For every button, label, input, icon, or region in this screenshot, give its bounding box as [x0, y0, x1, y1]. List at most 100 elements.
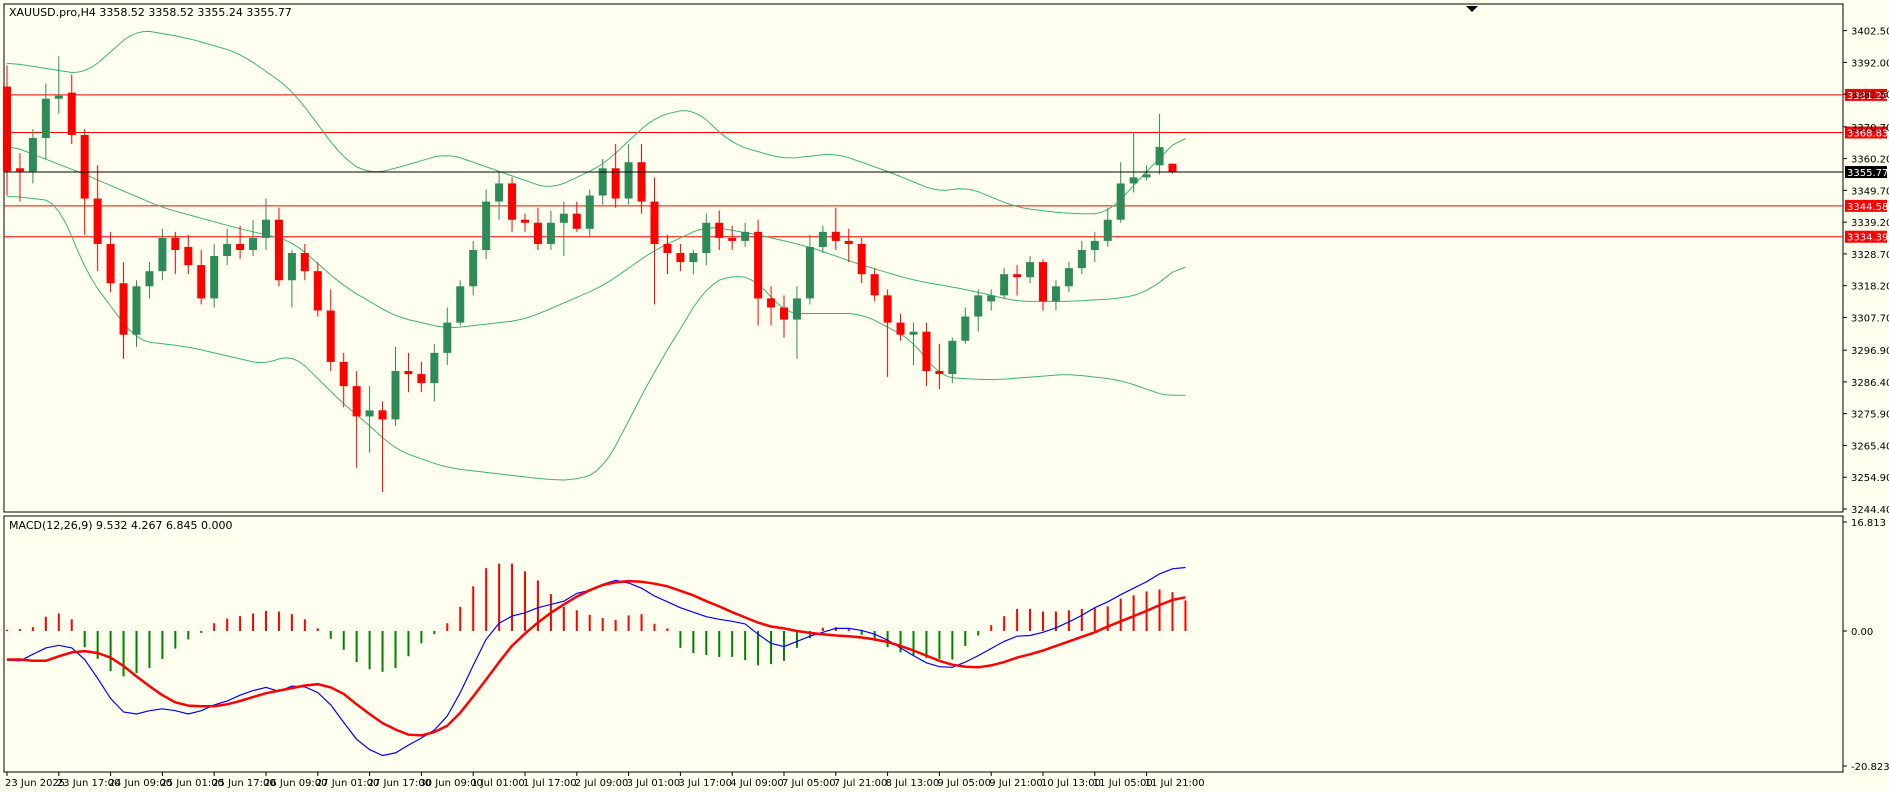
bull-candle-body	[456, 286, 465, 323]
bear-candle-body	[870, 274, 879, 296]
time-axis-label: 1 Jul 01:00	[471, 778, 525, 789]
bear-candle-body	[857, 243, 866, 275]
bear-candle-body	[521, 219, 529, 223]
bear-candle-body	[676, 253, 685, 263]
price-axis-label: 3402.50	[1851, 27, 1889, 38]
price-chart[interactable]: 3381.263368.833344.583334.39 3355.77 340…	[0, 0, 1889, 792]
time-axis-label: 8 Jul 13:00	[886, 778, 940, 789]
bull-candle-body	[546, 222, 555, 244]
bull-candle-body	[41, 98, 50, 139]
bear-candle-body	[611, 168, 620, 199]
time-axis-label: 11 Jul 21:00	[1145, 778, 1205, 789]
bull-candle-body	[262, 219, 270, 238]
bear-candle-body	[728, 237, 737, 241]
bear-candle-body	[767, 298, 776, 308]
bear-candle-body	[3, 86, 11, 172]
bull-candle-body	[365, 410, 374, 417]
macd-header: MACD(12,26,9) 9.532 4.267 6.845 0.000	[9, 519, 233, 532]
bull-candle-body	[54, 95, 63, 99]
time-axis-label: 3 Jul 01:00	[627, 778, 681, 789]
bear-candle-body	[637, 162, 646, 202]
bear-candle-body	[715, 222, 724, 238]
bear-candle-body	[326, 310, 335, 362]
bull-candle-body	[1142, 174, 1151, 178]
bear-candle-body	[831, 231, 840, 241]
bear-candle-body	[80, 135, 89, 199]
bull-candle-body	[1129, 177, 1138, 184]
bear-candle-body	[404, 371, 413, 375]
bear-candle-body	[572, 213, 581, 229]
bull-candle-body	[223, 243, 232, 257]
symbol-header: XAUUSD.pro,H4 3358.52 3358.52 3355.24 33…	[9, 6, 292, 19]
bear-candle-body	[15, 168, 24, 172]
bear-candle-body	[67, 92, 76, 136]
bull-candle-body	[585, 195, 594, 229]
bull-candle-body	[689, 253, 698, 263]
price-axis-label: 3349.70	[1851, 186, 1889, 197]
bull-candle-body	[961, 316, 970, 341]
time-axis-label: 7 Jul 05:00	[782, 778, 836, 789]
price-axis-label: 3328.70	[1851, 250, 1889, 261]
bull-candle-body	[145, 271, 154, 287]
bull-candle-body	[1000, 274, 1009, 296]
bull-candle-body	[210, 256, 219, 299]
bear-candle-body	[184, 246, 193, 266]
bull-candle-body	[974, 295, 983, 317]
bear-candle-body	[93, 198, 102, 244]
time-axis-label: 9 Jul 05:00	[937, 778, 991, 789]
bull-candle-body	[792, 298, 801, 320]
bull-candle-body	[948, 340, 957, 375]
bear-candle-body	[197, 265, 206, 299]
bear-candle-body	[883, 295, 892, 323]
bear-candle-body	[417, 374, 426, 384]
bull-candle-body	[132, 286, 141, 335]
bull-candle-body	[987, 295, 996, 302]
bear-candle-body	[119, 283, 128, 335]
bull-candle-body	[1064, 268, 1073, 287]
time-axis-label: 3 Jul 17:00	[678, 778, 732, 789]
bull-candle-body	[495, 183, 504, 202]
bull-candle-body	[805, 246, 814, 299]
bear-candle-body	[378, 410, 387, 420]
bear-candle-body	[106, 243, 115, 284]
time-axis-label: 9 Jul 21:00	[989, 778, 1043, 789]
price-axis-label: 3286.40	[1851, 378, 1889, 389]
bear-candle-body	[236, 243, 245, 250]
price-axis-label: 3318.20	[1851, 282, 1889, 293]
bull-candle-body	[249, 237, 258, 250]
bull-candle-body	[430, 352, 439, 384]
time-axis-label: 4 Jul 09:00	[730, 778, 784, 789]
bull-candle-body	[1155, 147, 1164, 166]
macd-axis-label: 0.00	[1851, 627, 1873, 638]
candle	[456, 280, 465, 326]
price-axis-label: 3275.90	[1851, 410, 1889, 421]
time-axis-label: 1 Jul 17:00	[523, 778, 577, 789]
bull-candle-body	[443, 322, 452, 353]
price-axis-label: 3392.00	[1851, 58, 1889, 69]
price-axis-label: 3339.20	[1851, 218, 1889, 229]
bull-candle-body	[741, 231, 750, 241]
bull-candle-body	[391, 371, 400, 420]
time-axis-label: 2 Jul 09:00	[575, 778, 629, 789]
bull-candle-body	[469, 249, 478, 287]
bear-candle-body	[896, 322, 905, 335]
bear-candle-body	[844, 240, 853, 244]
bear-candle-body	[274, 219, 283, 281]
price-axis-label: 3265.40	[1851, 441, 1889, 452]
bear-candle-body	[300, 253, 309, 272]
bull-candle-body	[702, 222, 711, 254]
price-axis-label: 3370.70	[1851, 123, 1889, 134]
bull-candle-body	[624, 162, 633, 199]
bear-candle-body	[650, 201, 659, 244]
bear-candle-body	[313, 271, 322, 311]
bull-candle-body	[909, 331, 918, 335]
bull-candle-body	[1077, 249, 1086, 269]
bull-candle-body	[482, 201, 491, 250]
bear-candle-body	[1168, 163, 1177, 173]
price-axis-label: 3254.90	[1851, 473, 1889, 484]
bull-candle-body	[559, 213, 568, 223]
macd-axis-label: -20.823	[1851, 762, 1889, 773]
price-axis-label: 3244.40	[1851, 505, 1889, 516]
price-axis-label: 3296.90	[1851, 346, 1889, 357]
bull-candle-body	[1051, 286, 1060, 302]
